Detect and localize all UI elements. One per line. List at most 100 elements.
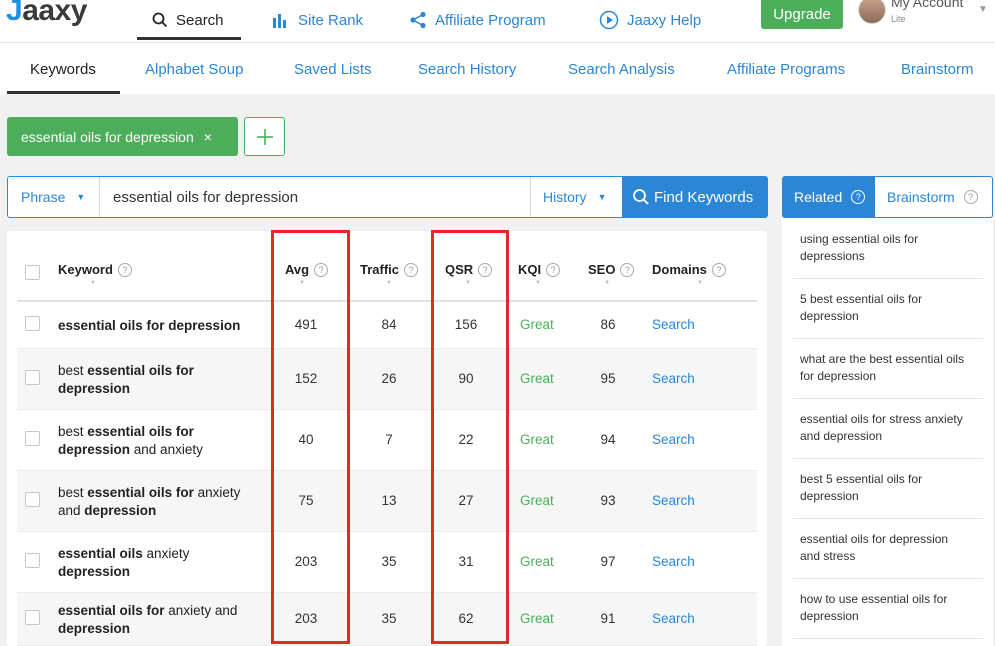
col-header-traffic[interactable]: Traffic? (360, 262, 419, 277)
related-keyword[interactable]: essential oils for depression and stress (800, 531, 970, 565)
keyword-cell[interactable]: essential oils for depression (58, 317, 263, 335)
row-checkbox[interactable] (25, 369, 40, 385)
add-keyword-button[interactable] (244, 117, 285, 156)
tab-saved-lists[interactable]: Saved Lists (294, 43, 372, 95)
related-divider (793, 638, 983, 639)
select-all-checkbox[interactable] (25, 265, 40, 280)
find-keywords-button[interactable]: Find Keywords (622, 176, 768, 218)
kqi-value: Great (520, 431, 554, 447)
domains-search-link[interactable]: Search (652, 493, 695, 508)
seo-value: 94 (600, 431, 616, 447)
sort-arrow-icon[interactable]: ▼ (697, 280, 703, 286)
keyword-text: essential oils for (58, 602, 165, 618)
upgrade-button[interactable]: Upgrade (761, 0, 843, 29)
search-icon (152, 12, 168, 28)
plus-icon (256, 128, 273, 145)
history-dropdown[interactable]: History ▼ (530, 177, 622, 217)
keyword-cell[interactable]: essential oils anxiety depression (58, 545, 263, 581)
nav-jaaxy-help[interactable]: Jaaxy Help (599, 0, 701, 40)
top-bar: Jaaxy Search Site Rank Affiliate Program… (0, 0, 995, 42)
help-icon[interactable]: ? (546, 262, 561, 277)
jaaxy-logo[interactable]: Jaaxy (6, 0, 87, 28)
row-checkbox[interactable] (25, 609, 40, 625)
domains-search-link[interactable]: Search (652, 317, 695, 332)
seo-value: 86 (600, 316, 616, 332)
seo-value: 91 (600, 610, 616, 626)
keyword-text: anxiety (142, 545, 190, 561)
keyword-cell[interactable]: best essential oils for depression and a… (58, 423, 263, 459)
col-header-seo[interactable]: SEO? (588, 262, 635, 277)
sidebar-tabs: Related ? Brainstorm ? (782, 176, 993, 218)
kqi-value: Great (520, 316, 554, 332)
tab-brainstorm[interactable]: Brainstorm (901, 43, 974, 95)
help-icon[interactable]: ? (620, 262, 635, 277)
domains-search-link[interactable]: Search (652, 611, 695, 626)
keyword-text: depression (58, 563, 131, 579)
phrase-dropdown[interactable]: Phrase ▼ (8, 177, 100, 217)
tab-related[interactable]: Related ? (783, 177, 875, 217)
avg-column-highlight (271, 230, 350, 644)
history-dropdown-label: History (543, 189, 587, 205)
tab-affiliate-programs[interactable]: Affiliate Programs (727, 43, 845, 95)
keyword-cell[interactable]: best essential oils for depression (58, 362, 263, 398)
domains-search-link[interactable]: Search (652, 554, 695, 569)
chevron-down-icon[interactable]: ▼ (978, 4, 988, 15)
domains-search-link[interactable]: Search (652, 371, 695, 386)
account-plan: Lite (891, 14, 906, 24)
keyword-text: depression (84, 502, 157, 518)
related-keyword[interactable]: using essential oils for depressions (800, 231, 970, 265)
tab-brainstorm-label: Brainstorm (887, 189, 955, 205)
row-checkbox[interactable] (25, 552, 40, 568)
kqi-value: Great (520, 610, 554, 626)
keyword-text: best (58, 484, 88, 500)
related-keyword[interactable]: essential oils for stress anxiety and de… (800, 411, 970, 445)
row-checkbox[interactable] (25, 491, 40, 507)
nav-site-rank[interactable]: Site Rank (272, 0, 363, 40)
search-input[interactable] (101, 177, 529, 217)
tab-search-history[interactable]: Search History (418, 43, 516, 95)
nav-affiliate-program[interactable]: Affiliate Program (409, 0, 546, 40)
related-keyword[interactable]: 5 best essential oils for depression (800, 291, 970, 325)
nav-active-indicator (137, 37, 241, 40)
tab-keywords[interactable]: Keywords (30, 43, 96, 95)
keyword-text: best (58, 362, 88, 378)
avatar[interactable] (858, 0, 886, 24)
col-header-keyword[interactable]: Keyword? (58, 262, 132, 277)
help-icon[interactable]: ? (404, 262, 419, 277)
traffic-value: 7 (385, 431, 393, 447)
keyword-cell[interactable]: best essential oils for anxiety and depr… (58, 484, 263, 520)
chevron-down-icon: ▼ (597, 192, 607, 202)
row-checkbox[interactable] (25, 315, 40, 331)
chevron-down-icon: ▼ (76, 192, 86, 202)
related-keyword[interactable]: how to use essential oils for depression (800, 591, 970, 625)
keyword-text: essential oils for (87, 484, 194, 500)
search-bar: Phrase ▼ History ▼ Find Keywords (7, 176, 768, 218)
domains-search-link[interactable]: Search (652, 432, 695, 447)
account-menu[interactable]: My Account (891, 0, 963, 10)
close-icon[interactable]: × (204, 129, 212, 145)
help-icon[interactable]: ? (963, 190, 978, 204)
col-header-kqi[interactable]: KQI? (518, 262, 561, 277)
search-icon (633, 189, 649, 205)
tab-search-analysis[interactable]: Search Analysis (568, 43, 675, 95)
help-icon[interactable]: ? (711, 262, 726, 277)
seo-value: 95 (600, 370, 616, 386)
nav-jaaxy-help-label: Jaaxy Help (627, 11, 702, 29)
traffic-value: 13 (381, 492, 397, 508)
tab-brainstorm-side[interactable]: Brainstorm ? (875, 177, 992, 217)
related-divider (793, 398, 983, 399)
row-checkbox[interactable] (25, 430, 40, 446)
tab-alphabet-soup[interactable]: Alphabet Soup (145, 43, 243, 95)
help-icon[interactable]: ? (851, 190, 866, 204)
sort-arrow-icon[interactable]: ▼ (386, 280, 392, 286)
related-keyword[interactable]: what are the best essential oils for dep… (800, 351, 970, 385)
help-icon[interactable]: ? (117, 262, 132, 277)
nav-search[interactable]: Search (152, 0, 224, 40)
keyword-cell[interactable]: essential oils for anxiety and depressio… (58, 602, 263, 638)
sort-arrow-icon[interactable]: ▼ (604, 280, 610, 286)
col-header-domains[interactable]: Domains? (652, 262, 726, 277)
keyword-chip[interactable]: essential oils for depression × (7, 117, 238, 156)
related-keyword[interactable]: best 5 essential oils for depression (800, 471, 970, 505)
sort-arrow-icon[interactable]: ▼ (90, 280, 96, 286)
sort-arrow-icon[interactable]: ▼ (535, 280, 541, 286)
